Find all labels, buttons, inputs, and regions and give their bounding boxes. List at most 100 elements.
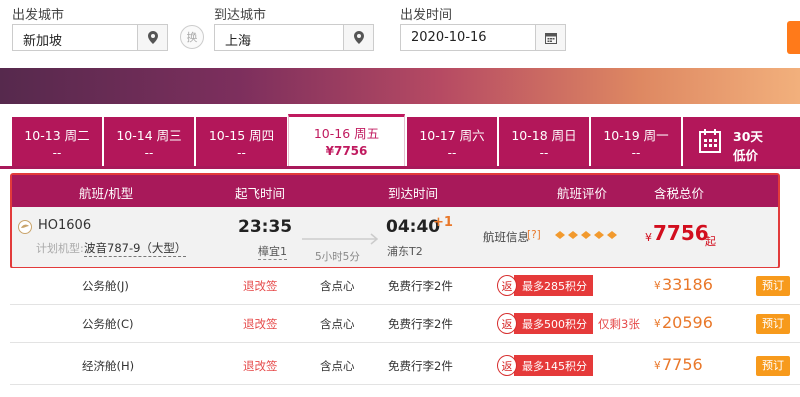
cabin-currency: ¥ bbox=[654, 318, 661, 330]
location-pin-icon[interactable] bbox=[137, 25, 167, 50]
cabin-price: 7756 bbox=[662, 355, 703, 374]
flight-duration: 5小时5分 bbox=[315, 251, 360, 263]
to-city-value: 上海 bbox=[225, 34, 252, 49]
calendar-icon[interactable] bbox=[535, 25, 565, 50]
date-tab-price: -- bbox=[237, 146, 246, 160]
lowest-price: 7756 bbox=[653, 221, 709, 245]
date-tab-price: -- bbox=[52, 146, 62, 160]
divider bbox=[0, 166, 800, 169]
flight-info-link[interactable]: 航班信息 bbox=[483, 229, 529, 245]
date-tab[interactable]: 10-17 周六 -- bbox=[407, 117, 497, 166]
cabin-row: 公务舱(J) 退改签 含点心 免费行李2件 返 最多285积分 ¥ 33186 … bbox=[10, 268, 800, 305]
plane-type-link[interactable]: 波音787-9（大型） bbox=[84, 240, 187, 257]
rebate-icon: 返 bbox=[497, 313, 517, 334]
to-city-label: 到达城市 bbox=[214, 8, 267, 23]
arrival-time: 04:40 bbox=[386, 217, 441, 237]
date-tab[interactable]: 10-19 周一 -- bbox=[591, 117, 681, 166]
from-city-field[interactable]: 新加坡 bbox=[12, 24, 168, 51]
flight-card: 航班/机型 起飞时间 到达时间 航班评价 含税总价 HO1606 计划机型: 波… bbox=[10, 173, 780, 269]
meal-info: 含点心 bbox=[320, 279, 355, 293]
header-flight: 航班/机型 bbox=[79, 186, 134, 201]
cabin-class: 公务舱(J) bbox=[82, 279, 129, 293]
baggage-info: 免费行李2件 bbox=[388, 317, 453, 331]
header-price: 含税总价 bbox=[654, 186, 705, 201]
depart-date-label: 出发时间 bbox=[400, 8, 453, 23]
arrival-airport: 浦东T2 bbox=[387, 245, 423, 258]
header-rating: 航班评价 bbox=[557, 186, 608, 201]
cabin-row: 公务舱(C) 退改签 含点心 免费行李2件 返 最多500积分 仅剩3张 ¥ 2… bbox=[10, 306, 800, 343]
flight-info-help[interactable]: [?] bbox=[527, 229, 541, 241]
cabin-class: 经济舱(H) bbox=[82, 359, 135, 373]
search-button[interactable] bbox=[787, 21, 800, 54]
date-tab-date: 10-13 周二 bbox=[24, 128, 90, 143]
points-text: 最多500积分 bbox=[514, 313, 593, 334]
location-pin-icon[interactable] bbox=[343, 25, 373, 50]
points-text: 最多145积分 bbox=[514, 355, 593, 376]
rebate-icon: 返 bbox=[497, 355, 517, 376]
meal-info: 含点心 bbox=[320, 359, 355, 373]
flight-row[interactable]: HO1606 计划机型: 波音787-9（大型） 23:35 樟宜1 5小时5分… bbox=[12, 207, 778, 267]
calendar-icon bbox=[699, 129, 721, 156]
price-currency: ¥ bbox=[645, 231, 652, 244]
date-tabs: 10-13 周二 -- 10-14 周三 -- 10-15 周四 -- 10-1… bbox=[12, 114, 800, 166]
date-tab[interactable]: 10-18 周日 -- bbox=[499, 117, 589, 166]
date-tab-date: 10-15 周四 bbox=[208, 128, 275, 143]
date-tab[interactable]: 10-14 周三 -- bbox=[104, 117, 194, 166]
departure-time: 23:35 bbox=[238, 217, 293, 237]
from-city-label: 出发城市 bbox=[12, 8, 65, 23]
header-arrive: 到达时间 bbox=[388, 186, 439, 201]
cabin-class: 公务舱(C) bbox=[82, 317, 134, 331]
cabin-price: 33186 bbox=[662, 275, 713, 294]
header-depart: 起飞时间 bbox=[235, 186, 286, 201]
swap-cities-button[interactable]: 换 bbox=[180, 25, 204, 49]
points-badge: 返 最多285积分 bbox=[497, 275, 593, 296]
refund-change-link[interactable]: 退改签 bbox=[243, 278, 278, 294]
refund-change-link[interactable]: 退改签 bbox=[243, 358, 278, 374]
date-tab[interactable]: 10-13 周二 -- bbox=[12, 117, 102, 166]
date-tab-price: ¥7756 bbox=[325, 144, 368, 158]
points-badge: 返 最多500积分 bbox=[497, 313, 593, 334]
cabin-price: 20596 bbox=[662, 313, 713, 332]
depart-date-field[interactable]: 2020-10-16 bbox=[400, 24, 566, 51]
calendar-tab-line1: 30天 bbox=[733, 129, 763, 144]
date-tab-selected[interactable]: 10-16 周五 ¥7756 bbox=[288, 114, 405, 166]
meal-info: 含点心 bbox=[320, 317, 355, 331]
date-tab-price: -- bbox=[144, 146, 154, 160]
arrow-right-icon bbox=[302, 233, 380, 248]
from-city-value: 新加坡 bbox=[23, 34, 63, 49]
seats-left: 仅剩3张 bbox=[598, 317, 640, 331]
calendar-tab-line2: 低价 bbox=[733, 148, 759, 163]
date-tab-date: 10-19 周一 bbox=[603, 128, 669, 143]
to-city-field[interactable]: 上海 bbox=[214, 24, 374, 51]
rebate-icon: 返 bbox=[497, 275, 517, 296]
flight-number: HO1606 bbox=[38, 218, 92, 233]
baggage-info: 免费行李2件 bbox=[388, 359, 453, 373]
date-tab-date: 10-17 周六 bbox=[419, 128, 485, 143]
points-text: 最多285积分 bbox=[514, 275, 593, 296]
rating-diamonds-icon bbox=[554, 229, 618, 243]
date-tab-date: 10-18 周日 bbox=[511, 128, 577, 143]
departure-airport[interactable]: 樟宜1 bbox=[258, 243, 287, 260]
date-tab-price: -- bbox=[539, 146, 549, 160]
plane-type-label: 计划机型: bbox=[36, 242, 84, 255]
promo-banner bbox=[0, 68, 800, 104]
date-tab-date: 10-14 周三 bbox=[116, 128, 182, 143]
baggage-info: 免费行李2件 bbox=[388, 279, 453, 293]
cabin-currency: ¥ bbox=[654, 360, 661, 372]
points-badge: 返 最多145积分 bbox=[497, 355, 593, 376]
refund-change-link[interactable]: 退改签 bbox=[243, 316, 278, 332]
arrival-day-offset: +1 bbox=[433, 215, 453, 230]
book-button[interactable]: 预订 bbox=[756, 314, 790, 334]
cabin-currency: ¥ bbox=[654, 280, 661, 292]
date-tab-date: 10-16 周五 bbox=[313, 126, 380, 141]
date-tab-price: -- bbox=[631, 146, 641, 160]
depart-date-value: 2020-10-16 bbox=[411, 30, 487, 45]
price-suffix: 起 bbox=[705, 235, 716, 248]
book-button[interactable]: 预订 bbox=[756, 356, 790, 376]
date-tab-price: -- bbox=[447, 146, 457, 160]
low-price-calendar-tab[interactable]: 30天 低价 bbox=[683, 117, 800, 166]
date-tab[interactable]: 10-15 周四 -- bbox=[196, 117, 287, 166]
table-header: 航班/机型 起飞时间 到达时间 航班评价 含税总价 bbox=[12, 175, 778, 207]
cabin-row: 经济舱(H) 退改签 含点心 免费行李2件 返 最多145积分 ¥ 7756 预… bbox=[10, 348, 800, 385]
book-button[interactable]: 预订 bbox=[756, 276, 790, 296]
